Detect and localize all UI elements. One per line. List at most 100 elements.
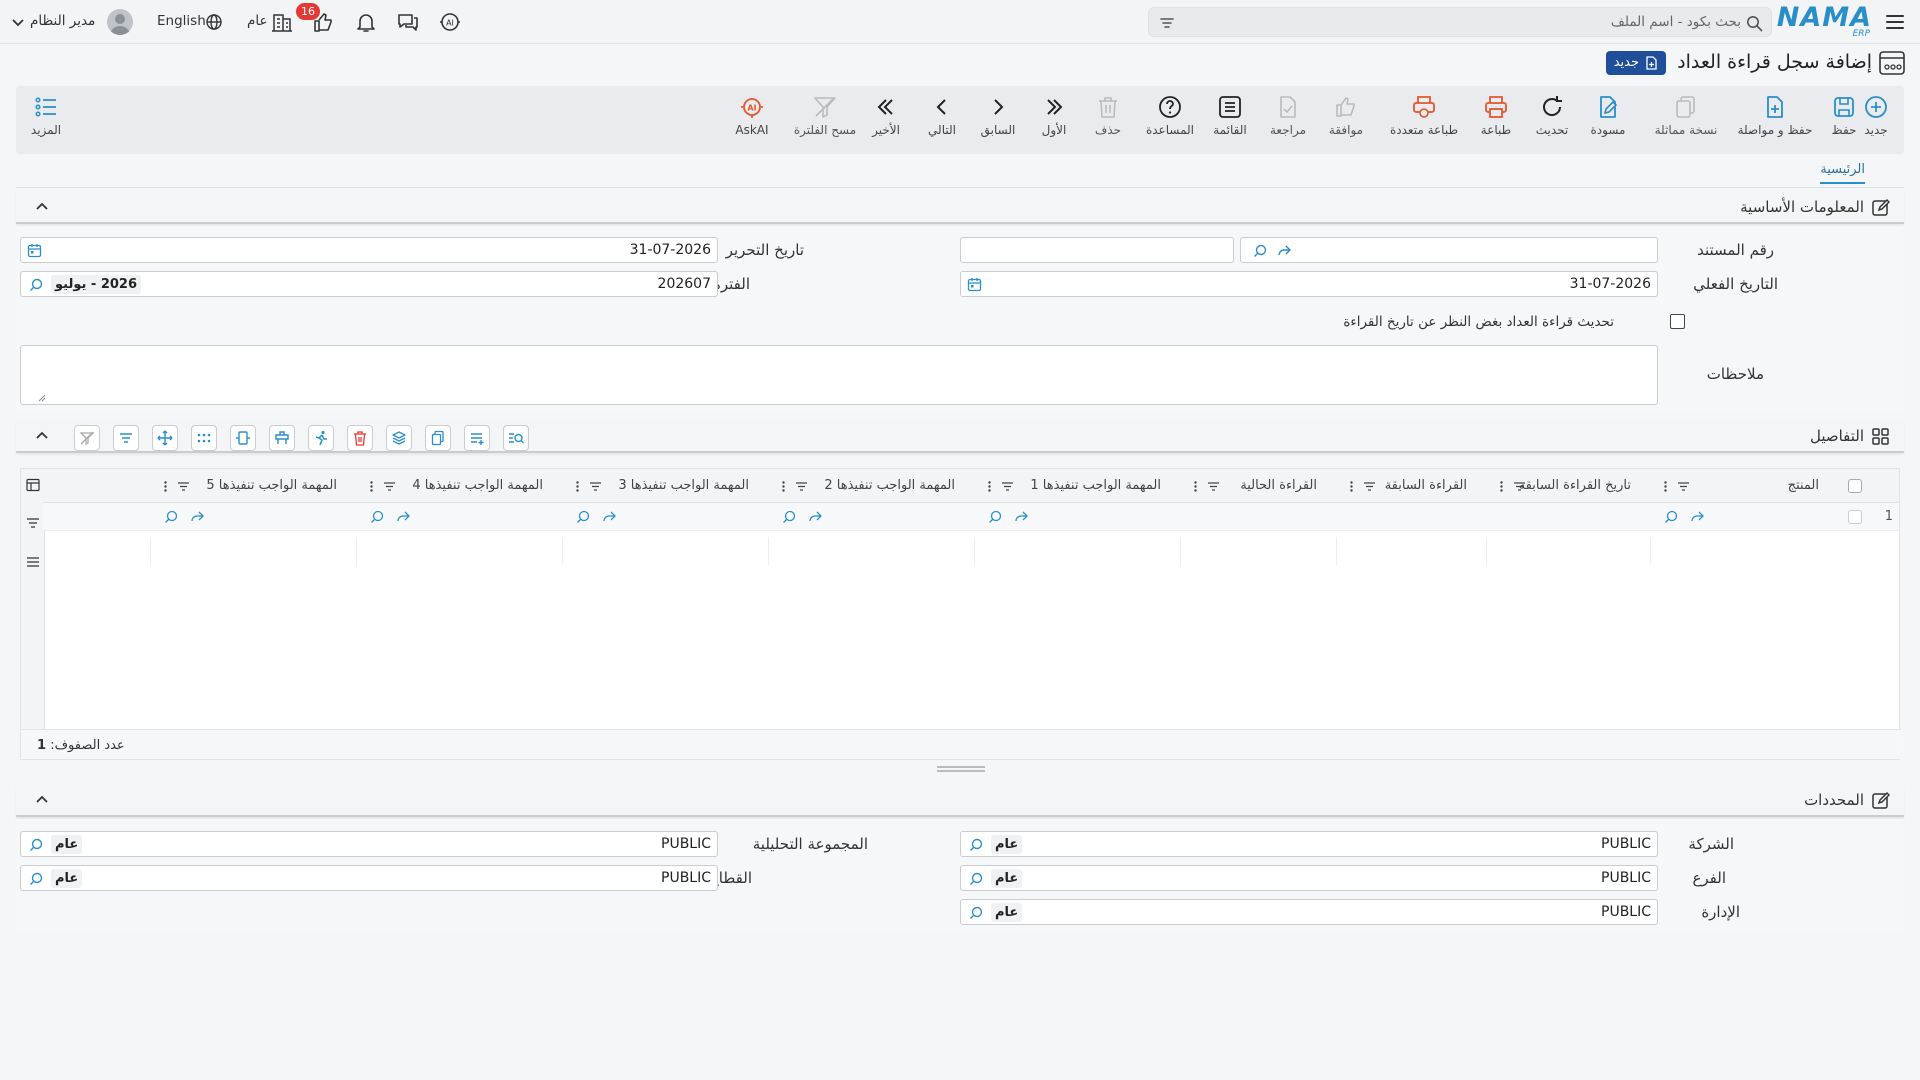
section-resize-handle[interactable] [937, 765, 985, 773]
search-icon[interactable] [1746, 15, 1763, 32]
column-divider[interactable] [1336, 537, 1337, 565]
column-header[interactable]: تاريخ القراءة السابقة [1519, 478, 1631, 493]
globe-icon[interactable] [205, 13, 223, 31]
cell-share-icon[interactable] [602, 509, 617, 524]
user-name[interactable]: مدير النظام [30, 13, 95, 29]
column-filter-icon[interactable] [1001, 480, 1014, 493]
columns-menu-icon[interactable] [26, 555, 40, 569]
first-button[interactable]: الأول [1026, 94, 1082, 137]
grid-table-button[interactable] [269, 425, 295, 451]
column-filter-icon[interactable] [1363, 480, 1376, 493]
select-all-checkbox[interactable] [1848, 479, 1862, 493]
bell-icon[interactable] [354, 10, 378, 34]
save-button[interactable]: حفظ [1816, 94, 1872, 137]
search-lookup-icon[interactable] [969, 871, 984, 886]
doc-number-field[interactable] [1240, 237, 1658, 263]
sector-field[interactable]: PUBLIC عام [20, 865, 718, 891]
delete-button[interactable]: حذف [1080, 94, 1136, 137]
column-menu-icon[interactable] [983, 480, 996, 493]
column-header[interactable]: المهمة الواجب تنفيذها 2 [824, 478, 955, 493]
tab-main[interactable]: الرئيسية [1820, 162, 1865, 184]
share-arrow-icon[interactable] [1277, 243, 1292, 258]
search-lookup-icon[interactable] [969, 905, 984, 920]
grid-dots-button[interactable] [191, 425, 217, 451]
column-header[interactable]: المنتج [1788, 478, 1819, 493]
column-menu-icon[interactable] [777, 480, 790, 493]
column-filter-icon[interactable] [589, 480, 602, 493]
chevron-up-icon[interactable] [34, 792, 50, 808]
column-header[interactable]: المهمة الواجب تنفيذها 5 [206, 478, 337, 493]
table-view-icon[interactable] [26, 478, 40, 492]
grid-layers-button[interactable] [386, 425, 412, 451]
column-divider[interactable] [1650, 537, 1651, 565]
cell-share-icon[interactable] [396, 509, 411, 524]
column-menu-icon[interactable] [159, 480, 172, 493]
column-filter-icon[interactable] [1677, 480, 1690, 493]
column-menu-icon[interactable] [1189, 480, 1202, 493]
help-button[interactable]: المساعدة [1142, 94, 1198, 137]
column-menu-icon[interactable] [365, 480, 378, 493]
column-menu-icon[interactable] [1659, 480, 1672, 493]
grid-run-button[interactable] [308, 425, 334, 451]
dimensions-header[interactable]: المحددات [16, 783, 1904, 817]
multi-print-button[interactable]: طباعة متعددة [1382, 94, 1466, 137]
draft-button[interactable]: مسودة [1580, 94, 1636, 137]
column-menu-icon[interactable] [1345, 480, 1358, 493]
approve-button[interactable]: موافقة [1318, 94, 1374, 137]
cell-search-icon[interactable] [576, 509, 591, 524]
column-header[interactable]: القراءة الحالية [1240, 478, 1317, 493]
search-lookup-icon[interactable] [29, 837, 44, 852]
column-menu-icon[interactable] [1495, 480, 1508, 493]
grid-clear-filter-button[interactable] [74, 425, 100, 451]
company-field[interactable]: PUBLIC عام [960, 831, 1658, 857]
row-checkbox[interactable] [1848, 510, 1862, 524]
filter-icon[interactable] [1159, 15, 1175, 31]
column-header[interactable]: المهمة الواجب تنفيذها 1 [1030, 478, 1161, 493]
calendar-icon[interactable] [27, 243, 42, 258]
grid-add-row-button[interactable] [464, 425, 490, 451]
cell-search-icon[interactable] [164, 509, 179, 524]
more-button[interactable]: المزيد [18, 94, 74, 137]
doc-number-secondary-field[interactable] [960, 237, 1234, 263]
column-filter-icon[interactable] [795, 480, 808, 493]
print-button[interactable]: طباعة [1468, 94, 1524, 137]
analysis-group-field[interactable]: PUBLIC عام [20, 831, 718, 857]
clear-filter-button[interactable]: مسح الفلترة [790, 94, 860, 137]
resize-handle-icon[interactable] [37, 393, 46, 402]
grid-search-button[interactable] [503, 425, 529, 451]
column-menu-icon[interactable] [571, 480, 584, 493]
cell-share-icon[interactable] [190, 509, 205, 524]
column-divider[interactable] [768, 537, 769, 565]
list-button[interactable]: القائمة [1202, 94, 1258, 137]
grid-copy-button[interactable] [425, 425, 451, 451]
branch-field[interactable]: PUBLIC عام [960, 865, 1658, 891]
next-button[interactable]: التالي [914, 94, 970, 137]
avatar[interactable] [107, 9, 133, 35]
ask-ai-button[interactable]: AI AskAI [724, 94, 780, 137]
column-divider[interactable] [974, 537, 975, 565]
last-button[interactable]: الأخير [858, 94, 914, 137]
grid-move-button[interactable] [152, 425, 178, 451]
grid-delete-button[interactable] [347, 425, 373, 451]
ai-assistant-icon[interactable]: AI [438, 10, 462, 34]
app-logo[interactable]: NAMA ERP [1777, 2, 1872, 39]
chevron-up-icon[interactable] [34, 428, 50, 444]
grid-filter-button[interactable] [113, 425, 139, 451]
previous-button[interactable]: السابق [970, 94, 1026, 137]
column-filter-icon[interactable] [177, 480, 190, 493]
menu-icon[interactable] [1884, 11, 1906, 33]
company-icon[interactable] [270, 10, 294, 34]
search-lookup-icon[interactable] [969, 837, 984, 852]
column-header[interactable]: القراءة السابقة [1385, 478, 1467, 493]
notes-textarea[interactable] [20, 345, 1658, 405]
language-switch[interactable]: English [157, 13, 206, 29]
calendar-icon[interactable] [967, 277, 982, 292]
column-filter-icon[interactable] [1207, 480, 1220, 493]
grid-fit-columns-button[interactable] [230, 425, 256, 451]
column-divider[interactable] [1486, 537, 1487, 565]
cell-share-icon[interactable] [1014, 509, 1029, 524]
edit-date-field[interactable]: 31-07-2026 [20, 237, 718, 263]
search-input[interactable] [1201, 11, 1741, 33]
column-filter-icon[interactable] [383, 480, 396, 493]
duplicate-button[interactable]: نسخة مماثلة [1646, 94, 1726, 137]
